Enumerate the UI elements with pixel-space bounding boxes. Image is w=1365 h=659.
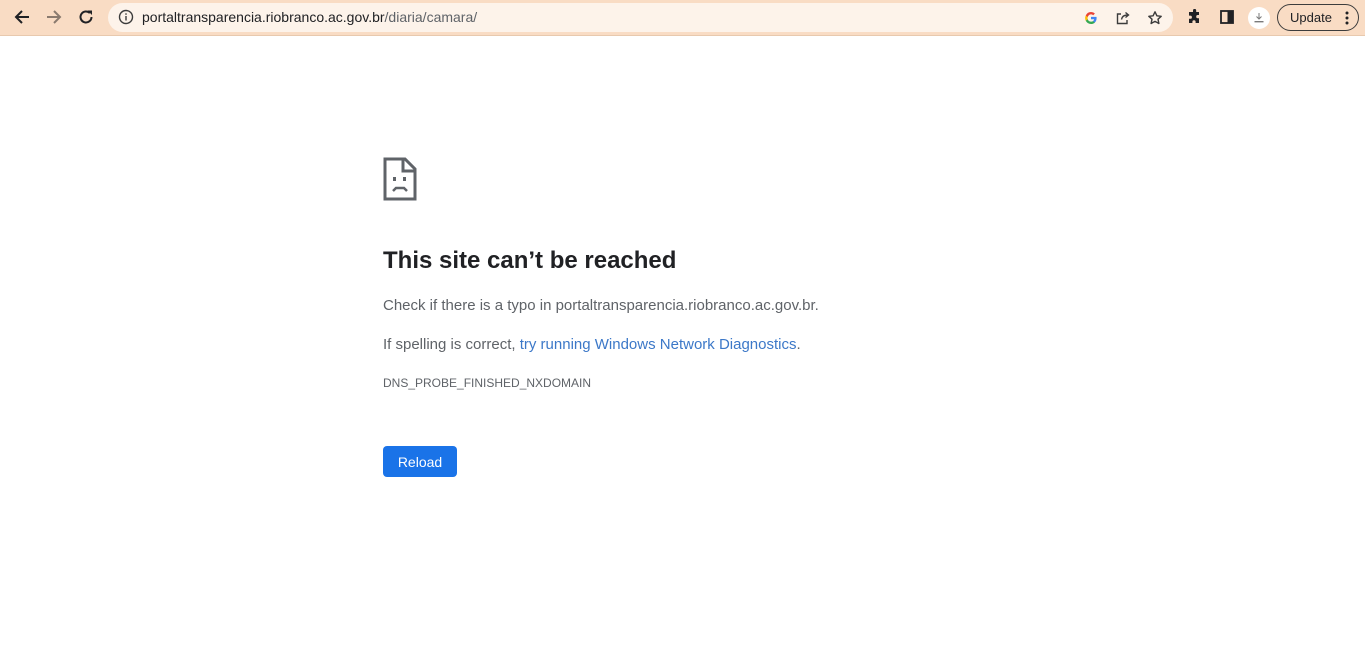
typo-hint-host: portaltransparencia.riobranco.ac.gov.br xyxy=(555,297,815,314)
typo-hint-suffix: . xyxy=(814,297,819,314)
share-icon[interactable] xyxy=(1112,7,1134,29)
url-host: portaltransparencia.riobranco.ac.gov.br xyxy=(142,9,385,25)
forward-button[interactable] xyxy=(39,3,69,31)
url-text: portaltransparencia.riobranco.ac.gov.br/… xyxy=(142,3,477,32)
spelling-hint-prefix: If spelling is correct, xyxy=(383,336,520,353)
arrow-left-icon xyxy=(14,10,29,24)
update-button[interactable]: Update xyxy=(1277,4,1359,31)
reload-icon xyxy=(79,10,93,24)
update-label: Update xyxy=(1290,10,1332,25)
reload-button[interactable]: Reload xyxy=(383,446,457,477)
extensions-button[interactable] xyxy=(1180,3,1210,31)
spelling-hint: If spelling is correct, try running Wind… xyxy=(383,336,801,353)
kebab-menu-icon[interactable] xyxy=(1345,11,1349,28)
error-code: DNS_PROBE_FINISHED_NXDOMAIN xyxy=(383,376,592,390)
star-icon[interactable] xyxy=(1144,7,1166,29)
avatar-icon[interactable] xyxy=(1248,7,1270,29)
browser-toolbar: portaltransparencia.riobranco.ac.gov.br/… xyxy=(0,0,1365,36)
network-diagnostics-link[interactable]: try running Windows Network Diagnostics xyxy=(520,336,797,353)
side-panel-button[interactable] xyxy=(1212,3,1242,31)
back-button[interactable] xyxy=(7,3,37,31)
puzzle-icon xyxy=(1189,9,1199,23)
typo-hint: Check if there is a typo in portaltransp… xyxy=(383,297,819,314)
side-panel-icon xyxy=(1220,10,1234,24)
typo-hint-prefix: Check if there is a typo in xyxy=(383,297,556,314)
sad-page-icon xyxy=(383,157,417,201)
url-path: /diaria/camara/ xyxy=(384,9,478,25)
reload-page-button[interactable] xyxy=(71,3,101,31)
page-title: This site can’t be reached xyxy=(383,247,677,274)
address-bar[interactable]: portaltransparencia.riobranco.ac.gov.br/… xyxy=(108,3,1173,32)
google-icon[interactable] xyxy=(1080,7,1102,29)
spelling-hint-suffix: . xyxy=(796,336,801,353)
info-icon[interactable] xyxy=(116,7,136,27)
arrow-right-icon xyxy=(47,10,62,24)
